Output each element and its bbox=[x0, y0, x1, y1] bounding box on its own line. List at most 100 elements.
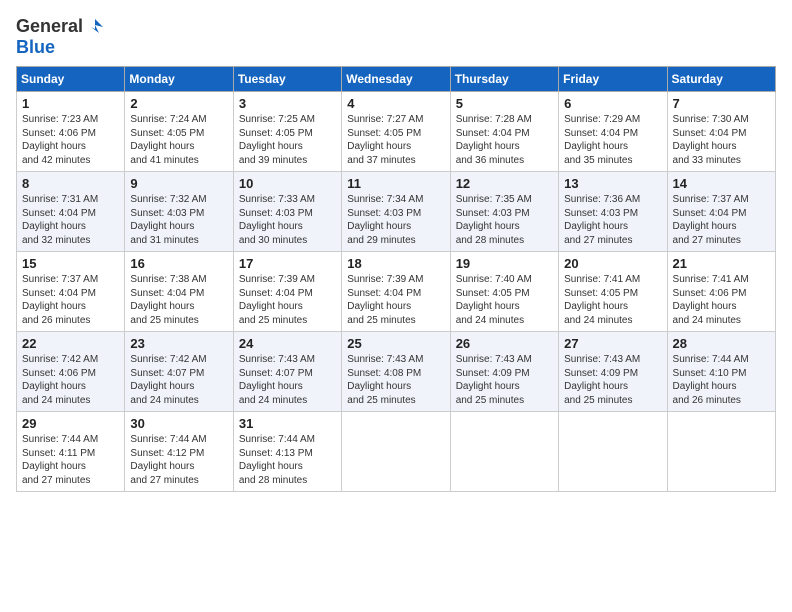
day-number: 6 bbox=[564, 96, 661, 111]
calendar-cell: 12 Sunrise: 7:35 AM Sunset: 4:03 PM Dayl… bbox=[450, 172, 558, 252]
calendar-cell: 22 Sunrise: 7:42 AM Sunset: 4:06 PM Dayl… bbox=[17, 332, 125, 412]
day-number: 31 bbox=[239, 416, 336, 431]
calendar-cell bbox=[450, 412, 558, 492]
weekday-header-friday: Friday bbox=[559, 67, 667, 92]
weekday-header-row: SundayMondayTuesdayWednesdayThursdayFrid… bbox=[17, 67, 776, 92]
day-number: 21 bbox=[673, 256, 770, 271]
day-number: 24 bbox=[239, 336, 336, 351]
calendar-cell: 9 Sunrise: 7:32 AM Sunset: 4:03 PM Dayli… bbox=[125, 172, 233, 252]
page-header: General Blue bbox=[16, 16, 776, 58]
day-number: 11 bbox=[347, 176, 444, 191]
day-number: 3 bbox=[239, 96, 336, 111]
calendar-table: SundayMondayTuesdayWednesdayThursdayFrid… bbox=[16, 66, 776, 492]
day-number: 10 bbox=[239, 176, 336, 191]
calendar-week-row: 22 Sunrise: 7:42 AM Sunset: 4:06 PM Dayl… bbox=[17, 332, 776, 412]
calendar-cell: 2 Sunrise: 7:24 AM Sunset: 4:05 PM Dayli… bbox=[125, 92, 233, 172]
day-number: 4 bbox=[347, 96, 444, 111]
calendar-cell: 18 Sunrise: 7:39 AM Sunset: 4:04 PM Dayl… bbox=[342, 252, 450, 332]
day-info: Sunrise: 7:36 AM Sunset: 4:03 PM Dayligh… bbox=[564, 193, 661, 247]
day-number: 15 bbox=[22, 256, 119, 271]
calendar-cell: 28 Sunrise: 7:44 AM Sunset: 4:10 PM Dayl… bbox=[667, 332, 775, 412]
calendar-cell: 15 Sunrise: 7:37 AM Sunset: 4:04 PM Dayl… bbox=[17, 252, 125, 332]
day-number: 8 bbox=[22, 176, 119, 191]
calendar-cell: 23 Sunrise: 7:42 AM Sunset: 4:07 PM Dayl… bbox=[125, 332, 233, 412]
day-info: Sunrise: 7:43 AM Sunset: 4:08 PM Dayligh… bbox=[347, 353, 444, 407]
day-number: 27 bbox=[564, 336, 661, 351]
calendar-cell: 1 Sunrise: 7:23 AM Sunset: 4:06 PM Dayli… bbox=[17, 92, 125, 172]
calendar-cell: 31 Sunrise: 7:44 AM Sunset: 4:13 PM Dayl… bbox=[233, 412, 341, 492]
day-info: Sunrise: 7:39 AM Sunset: 4:04 PM Dayligh… bbox=[239, 273, 336, 327]
day-info: Sunrise: 7:31 AM Sunset: 4:04 PM Dayligh… bbox=[22, 193, 119, 247]
day-info: Sunrise: 7:32 AM Sunset: 4:03 PM Dayligh… bbox=[130, 193, 227, 247]
day-info: Sunrise: 7:37 AM Sunset: 4:04 PM Dayligh… bbox=[22, 273, 119, 327]
calendar-cell: 13 Sunrise: 7:36 AM Sunset: 4:03 PM Dayl… bbox=[559, 172, 667, 252]
calendar-cell: 16 Sunrise: 7:38 AM Sunset: 4:04 PM Dayl… bbox=[125, 252, 233, 332]
day-number: 29 bbox=[22, 416, 119, 431]
day-info: Sunrise: 7:23 AM Sunset: 4:06 PM Dayligh… bbox=[22, 113, 119, 167]
day-info: Sunrise: 7:43 AM Sunset: 4:09 PM Dayligh… bbox=[456, 353, 553, 407]
logo-bird-icon bbox=[85, 17, 105, 37]
day-number: 17 bbox=[239, 256, 336, 271]
day-number: 1 bbox=[22, 96, 119, 111]
day-info: Sunrise: 7:33 AM Sunset: 4:03 PM Dayligh… bbox=[239, 193, 336, 247]
weekday-header-wednesday: Wednesday bbox=[342, 67, 450, 92]
day-info: Sunrise: 7:28 AM Sunset: 4:04 PM Dayligh… bbox=[456, 113, 553, 167]
day-number: 18 bbox=[347, 256, 444, 271]
calendar-cell: 14 Sunrise: 7:37 AM Sunset: 4:04 PM Dayl… bbox=[667, 172, 775, 252]
day-info: Sunrise: 7:44 AM Sunset: 4:12 PM Dayligh… bbox=[130, 433, 227, 487]
day-info: Sunrise: 7:42 AM Sunset: 4:07 PM Dayligh… bbox=[130, 353, 227, 407]
day-info: Sunrise: 7:41 AM Sunset: 4:05 PM Dayligh… bbox=[564, 273, 661, 327]
calendar-week-row: 8 Sunrise: 7:31 AM Sunset: 4:04 PM Dayli… bbox=[17, 172, 776, 252]
day-info: Sunrise: 7:40 AM Sunset: 4:05 PM Dayligh… bbox=[456, 273, 553, 327]
day-info: Sunrise: 7:25 AM Sunset: 4:05 PM Dayligh… bbox=[239, 113, 336, 167]
day-number: 14 bbox=[673, 176, 770, 191]
calendar-week-row: 15 Sunrise: 7:37 AM Sunset: 4:04 PM Dayl… bbox=[17, 252, 776, 332]
calendar-cell: 10 Sunrise: 7:33 AM Sunset: 4:03 PM Dayl… bbox=[233, 172, 341, 252]
day-number: 30 bbox=[130, 416, 227, 431]
day-info: Sunrise: 7:39 AM Sunset: 4:04 PM Dayligh… bbox=[347, 273, 444, 327]
calendar-cell: 20 Sunrise: 7:41 AM Sunset: 4:05 PM Dayl… bbox=[559, 252, 667, 332]
day-number: 12 bbox=[456, 176, 553, 191]
day-info: Sunrise: 7:43 AM Sunset: 4:09 PM Dayligh… bbox=[564, 353, 661, 407]
day-info: Sunrise: 7:44 AM Sunset: 4:10 PM Dayligh… bbox=[673, 353, 770, 407]
calendar-cell: 29 Sunrise: 7:44 AM Sunset: 4:11 PM Dayl… bbox=[17, 412, 125, 492]
calendar-cell: 30 Sunrise: 7:44 AM Sunset: 4:12 PM Dayl… bbox=[125, 412, 233, 492]
day-number: 26 bbox=[456, 336, 553, 351]
calendar-cell: 4 Sunrise: 7:27 AM Sunset: 4:05 PM Dayli… bbox=[342, 92, 450, 172]
day-info: Sunrise: 7:27 AM Sunset: 4:05 PM Dayligh… bbox=[347, 113, 444, 167]
logo: General Blue bbox=[16, 16, 105, 58]
day-number: 20 bbox=[564, 256, 661, 271]
day-info: Sunrise: 7:44 AM Sunset: 4:11 PM Dayligh… bbox=[22, 433, 119, 487]
calendar-cell: 8 Sunrise: 7:31 AM Sunset: 4:04 PM Dayli… bbox=[17, 172, 125, 252]
weekday-header-tuesday: Tuesday bbox=[233, 67, 341, 92]
calendar-cell bbox=[342, 412, 450, 492]
day-info: Sunrise: 7:44 AM Sunset: 4:13 PM Dayligh… bbox=[239, 433, 336, 487]
day-info: Sunrise: 7:29 AM Sunset: 4:04 PM Dayligh… bbox=[564, 113, 661, 167]
day-number: 22 bbox=[22, 336, 119, 351]
day-number: 9 bbox=[130, 176, 227, 191]
logo-general-text: General bbox=[16, 16, 83, 37]
day-info: Sunrise: 7:35 AM Sunset: 4:03 PM Dayligh… bbox=[456, 193, 553, 247]
calendar-cell: 6 Sunrise: 7:29 AM Sunset: 4:04 PM Dayli… bbox=[559, 92, 667, 172]
calendar-cell: 24 Sunrise: 7:43 AM Sunset: 4:07 PM Dayl… bbox=[233, 332, 341, 412]
day-number: 25 bbox=[347, 336, 444, 351]
day-info: Sunrise: 7:41 AM Sunset: 4:06 PM Dayligh… bbox=[673, 273, 770, 327]
calendar-cell: 11 Sunrise: 7:34 AM Sunset: 4:03 PM Dayl… bbox=[342, 172, 450, 252]
calendar-cell: 5 Sunrise: 7:28 AM Sunset: 4:04 PM Dayli… bbox=[450, 92, 558, 172]
day-number: 5 bbox=[456, 96, 553, 111]
calendar-cell: 7 Sunrise: 7:30 AM Sunset: 4:04 PM Dayli… bbox=[667, 92, 775, 172]
calendar-cell: 27 Sunrise: 7:43 AM Sunset: 4:09 PM Dayl… bbox=[559, 332, 667, 412]
calendar-cell: 17 Sunrise: 7:39 AM Sunset: 4:04 PM Dayl… bbox=[233, 252, 341, 332]
calendar-cell bbox=[559, 412, 667, 492]
weekday-header-thursday: Thursday bbox=[450, 67, 558, 92]
calendar-cell: 3 Sunrise: 7:25 AM Sunset: 4:05 PM Dayli… bbox=[233, 92, 341, 172]
calendar-cell: 26 Sunrise: 7:43 AM Sunset: 4:09 PM Dayl… bbox=[450, 332, 558, 412]
day-number: 13 bbox=[564, 176, 661, 191]
day-number: 2 bbox=[130, 96, 227, 111]
weekday-header-monday: Monday bbox=[125, 67, 233, 92]
day-info: Sunrise: 7:42 AM Sunset: 4:06 PM Dayligh… bbox=[22, 353, 119, 407]
day-number: 19 bbox=[456, 256, 553, 271]
calendar-cell: 21 Sunrise: 7:41 AM Sunset: 4:06 PM Dayl… bbox=[667, 252, 775, 332]
day-number: 23 bbox=[130, 336, 227, 351]
day-info: Sunrise: 7:37 AM Sunset: 4:04 PM Dayligh… bbox=[673, 193, 770, 247]
